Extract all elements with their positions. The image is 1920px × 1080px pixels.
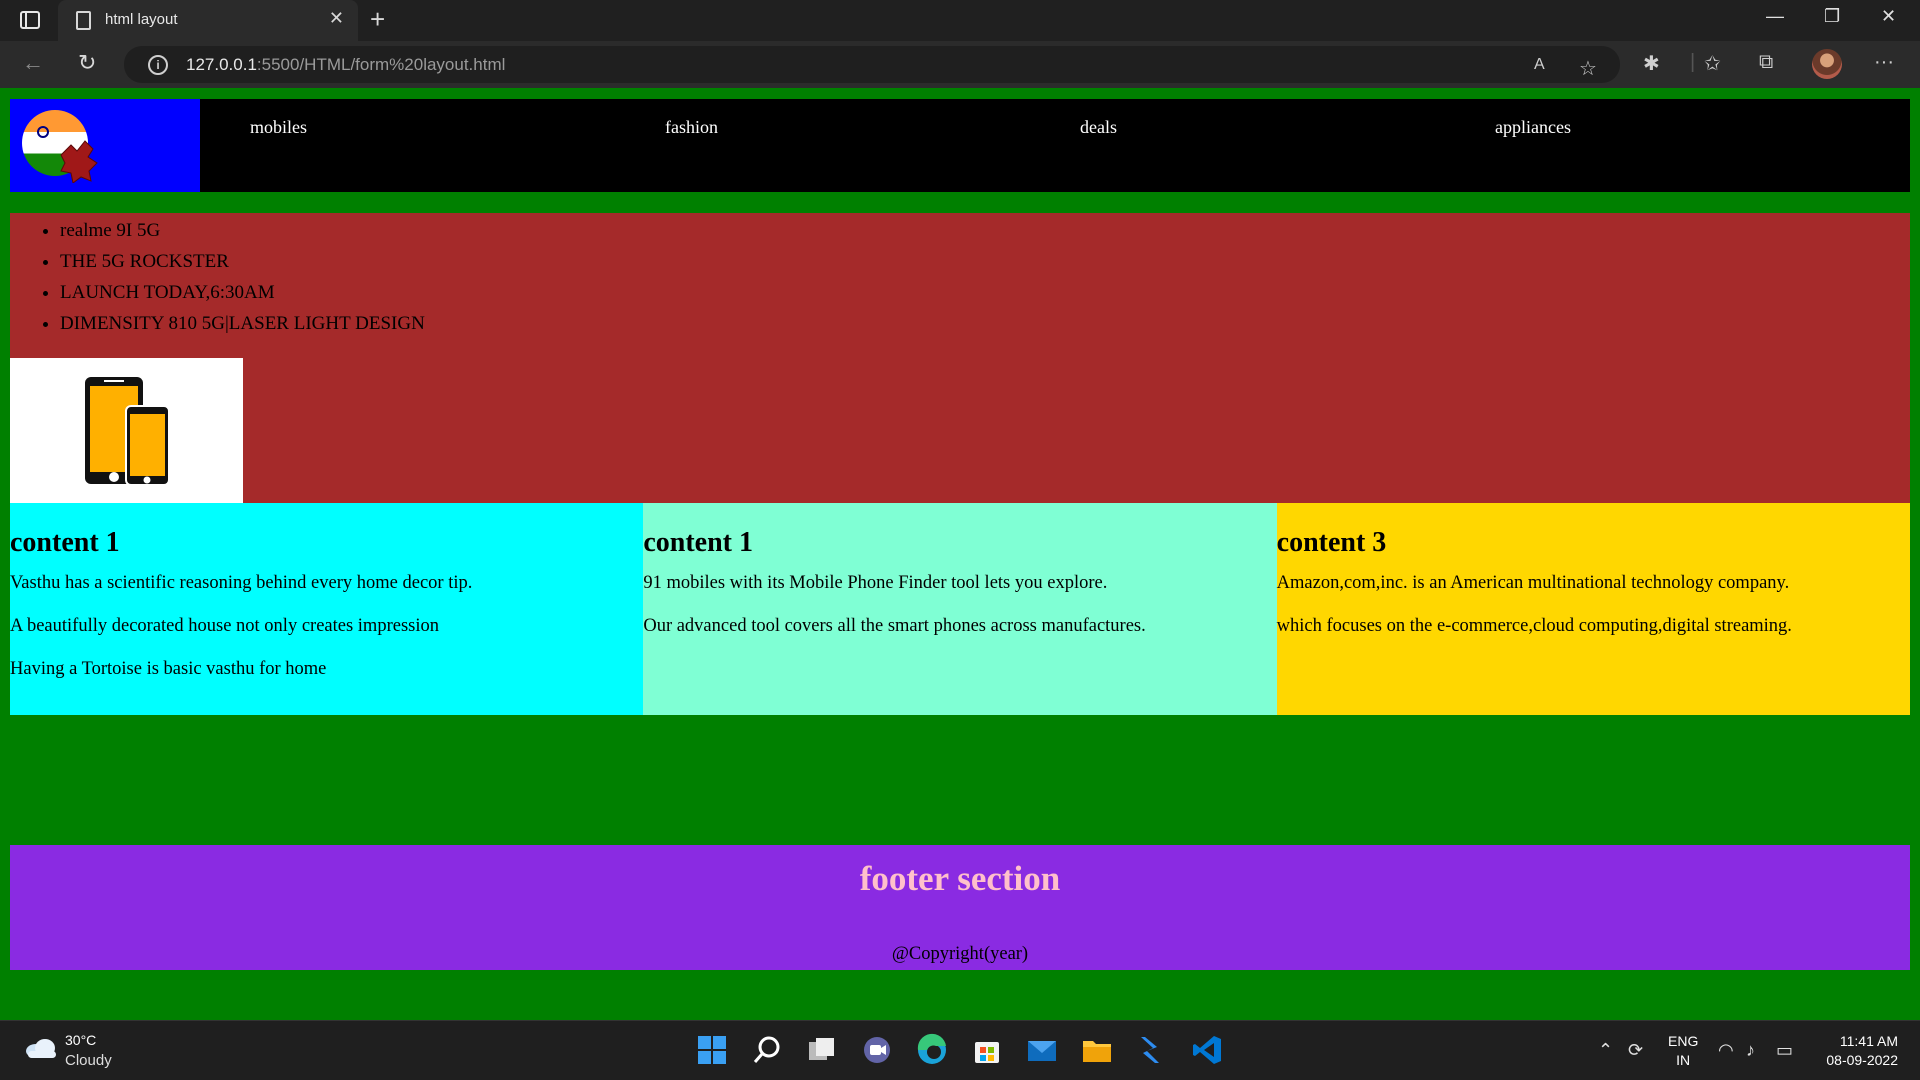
nav-deals[interactable]: deals <box>1080 117 1117 138</box>
page-icon <box>76 11 91 30</box>
column-text: A beautifully decorated house not only c… <box>10 616 439 636</box>
edge-browser-icon[interactable] <box>915 1033 949 1067</box>
chakra-icon <box>37 126 49 138</box>
read-aloud-icon[interactable]: A <box>1534 56 1545 74</box>
column-text: which focuses on the e-commerce,cloud co… <box>1276 616 1792 636</box>
chevron-up-icon[interactable]: ⌃ <box>1598 1040 1613 1061</box>
clock-date: 08-09-2022 <box>1826 1052 1898 1068</box>
nav-fashion[interactable]: fashion <box>665 117 718 138</box>
column-text: Our advanced tool covers all the smart p… <box>643 616 1146 636</box>
content-column-3: content 3 Amazon,com,inc. is an American… <box>1276 503 1910 715</box>
start-icon[interactable] <box>695 1033 729 1067</box>
nav-mobiles[interactable]: mobiles <box>250 117 307 138</box>
favorites-icon[interactable]: ✩ <box>1704 51 1721 76</box>
footer-title: footer section <box>859 859 1061 898</box>
copyright-text: @Copyright(year) <box>891 944 1029 964</box>
search-icon[interactable] <box>750 1033 784 1067</box>
nav-appliances[interactable]: appliances <box>1495 117 1571 138</box>
wifi-icon[interactable]: ◠ <box>1718 1040 1734 1061</box>
volume-icon[interactable]: ♪ <box>1746 1040 1755 1061</box>
tab-actions-icon[interactable] <box>20 11 40 29</box>
mail-icon[interactable] <box>1025 1033 1059 1067</box>
weather-temperature[interactable]: 30°C <box>65 1032 96 1048</box>
minimize-button[interactable]: — <box>1766 6 1784 27</box>
language-code: ENG <box>1668 1033 1699 1049</box>
weather-description[interactable]: Cloudy <box>65 1052 112 1069</box>
clock-time: 11:41 AM <box>1839 1033 1898 1049</box>
column-text: 91 mobiles with its Mobile Phone Finder … <box>643 573 1108 593</box>
column-text: Amazon,com,inc. is an American multinati… <box>1276 573 1790 593</box>
site-header: mobiles fashion deals appliances <box>10 99 1910 192</box>
banner-list: realme 9I 5G THE 5G ROCKSTER LAUNCH TODA… <box>10 213 425 339</box>
microsoft-store-icon[interactable] <box>970 1033 1004 1067</box>
toolbar-divider: | <box>1690 51 1696 73</box>
clock[interactable]: 11:41 AM 08-09-2022 <box>1826 1032 1898 1070</box>
banner-item: THE 5G ROCKSTER <box>60 246 425 277</box>
browser-title-bar: html layout ✕ + — ❐ ✕ <box>0 0 1920 41</box>
site-footer: footer section @Copyright(year) <box>10 845 1910 970</box>
refresh-icon[interactable]: ↻ <box>78 50 96 76</box>
content-column-1: content 1 Vasthu has a scientific reason… <box>10 503 644 715</box>
tab-title: html layout <box>105 11 178 28</box>
url-path: :5500/HTML/form%20layout.html <box>256 55 506 74</box>
content-columns: content 1 Vasthu has a scientific reason… <box>10 503 1910 715</box>
content-column-2: content 1 91 mobiles with its Mobile Pho… <box>643 503 1277 715</box>
sync-icon[interactable]: ⟳ <box>1628 1040 1643 1061</box>
smartphones-icon <box>85 377 170 486</box>
cloud-icon[interactable] <box>24 1038 58 1058</box>
language-indicator[interactable]: ENG IN <box>1668 1032 1698 1070</box>
extensions-icon[interactable]: ✱ <box>1643 51 1660 76</box>
close-window-button[interactable]: ✕ <box>1881 6 1896 27</box>
collections-icon[interactable]: ⧉ <box>1759 51 1773 74</box>
url-bar[interactable]: i 127.0.0.1:5500/HTML/form%20layout.html… <box>124 46 1620 83</box>
promo-banner: realme 9I 5G THE 5G ROCKSTER LAUNCH TODA… <box>10 213 1910 503</box>
power-automate-icon[interactable] <box>1135 1033 1169 1067</box>
banner-item: realme 9I 5G <box>60 215 425 246</box>
address-toolbar: ← ↻ i 127.0.0.1:5500/HTML/form%20layout.… <box>0 41 1920 88</box>
url-text[interactable]: 127.0.0.1:5500/HTML/form%20layout.html <box>186 55 505 75</box>
battery-icon[interactable]: ▭ <box>1776 1040 1793 1061</box>
column-text: Having a Tortoise is basic vasthu for ho… <box>10 659 327 679</box>
column-text: Vasthu has a scientific reasoning behind… <box>10 573 473 593</box>
back-icon[interactable]: ← <box>22 50 44 76</box>
banner-item: LAUNCH TODAY,6:30AM <box>60 277 425 308</box>
add-favorite-icon[interactable]: ☆ <box>1579 56 1597 81</box>
file-explorer-icon[interactable] <box>1080 1033 1114 1067</box>
restore-button[interactable]: ❐ <box>1824 6 1840 27</box>
more-options-icon[interactable]: ··· <box>1874 51 1894 74</box>
column-heading: content 1 <box>10 527 120 558</box>
banner-item: DIMENSITY 810 5G|LASER LIGHT DESIGN <box>60 308 425 339</box>
logo-mark-icon <box>60 140 98 183</box>
column-heading: content 3 <box>1276 527 1387 558</box>
page-viewport: mobiles fashion deals appliances realme … <box>0 88 1920 1020</box>
teams-chat-icon[interactable] <box>860 1033 894 1067</box>
profile-avatar[interactable] <box>1812 49 1842 79</box>
column-heading: content 1 <box>643 527 753 558</box>
url-host: 127.0.0.1 <box>186 55 257 74</box>
region-code: IN <box>1676 1052 1691 1068</box>
task-view-icon[interactable] <box>805 1033 839 1067</box>
taskbar: 30°C Cloudy ⌃ ⟳ ENG IN ◠ ♪ ▭ 11:41 AM 08… <box>0 1020 1920 1080</box>
browser-tab[interactable]: html layout ✕ <box>58 0 358 41</box>
logo[interactable] <box>10 99 200 192</box>
new-tab-button[interactable]: + <box>370 4 385 35</box>
tab-close-icon[interactable]: ✕ <box>329 8 344 29</box>
phone-image <box>10 358 243 503</box>
vscode-icon[interactable] <box>1190 1033 1224 1067</box>
site-info-icon[interactable]: i <box>148 55 168 75</box>
